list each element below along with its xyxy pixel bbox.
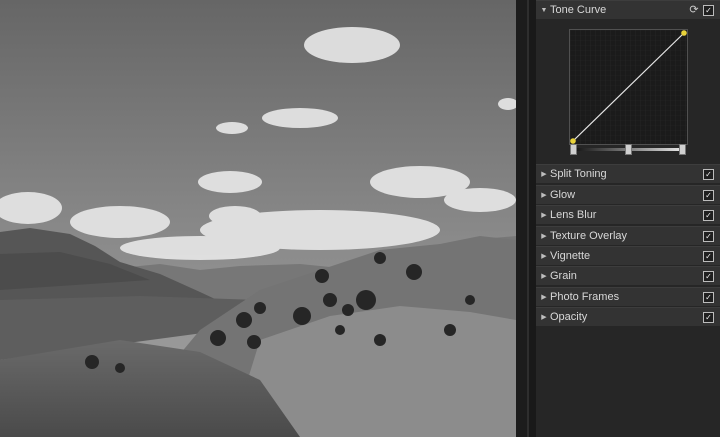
slider-handle-black[interactable] — [570, 144, 577, 156]
section-label: Texture Overlay — [550, 229, 628, 242]
curve-point-1[interactable] — [681, 30, 687, 37]
collapse-triangle-icon[interactable]: ▶ — [540, 267, 548, 286]
expand-triangle-icon[interactable]: ▼ — [540, 1, 548, 20]
collapse-triangle-icon[interactable]: ▶ — [540, 247, 548, 266]
section-lens-blur[interactable]: ▶ Lens Blur ✓ — [536, 205, 720, 225]
effects-list: ▶ Split Toning ✓ ▶ Glow ✓ ▶ Lens Blur ✓ ▶ Texture … — [536, 164, 720, 327]
section-vignette[interactable]: ▶ Vignette ✓ — [536, 245, 720, 266]
enable-checkbox[interactable]: ✓ — [703, 5, 714, 16]
collapse-triangle-icon[interactable]: ▶ — [540, 186, 548, 205]
slider-handle-white[interactable] — [679, 144, 686, 156]
panel-edge — [529, 0, 536, 437]
editor-window: ▼ Tone Curve ⟳ ✓ ▶ Split Toning ✓ ▶ Glow… — [0, 0, 720, 437]
section-label: Grain — [550, 270, 577, 283]
collapse-triangle-icon[interactable]: ▶ — [540, 165, 548, 184]
enable-checkbox[interactable]: ✓ — [703, 230, 714, 242]
landscape-photo — [0, 0, 516, 437]
canvas-divider — [516, 0, 527, 437]
section-texture-overlay[interactable]: ▶ Texture Overlay ✓ — [536, 225, 720, 246]
collapse-triangle-icon[interactable]: ▶ — [540, 206, 548, 225]
enable-checkbox[interactable]: ✓ — [703, 312, 714, 324]
section-opacity[interactable]: ▶ Opacity ✓ — [536, 307, 720, 327]
curve-graph[interactable] — [569, 29, 688, 146]
enable-checkbox[interactable]: ✓ — [703, 250, 714, 262]
section-grain[interactable]: ▶ Grain ✓ — [536, 266, 720, 286]
section-label: Glow — [550, 188, 576, 201]
curve-plot — [570, 30, 687, 145]
enable-checkbox[interactable]: ✓ — [703, 210, 714, 222]
photo-canvas[interactable] — [0, 0, 516, 437]
enable-checkbox[interactable]: ✓ — [703, 189, 714, 201]
slider-handle-mid[interactable] — [625, 144, 632, 156]
curve-point-0[interactable] — [570, 138, 576, 145]
section-photo-frames[interactable]: ▶ Photo Frames ✓ — [536, 286, 720, 307]
tone-curve-editor — [536, 20, 720, 164]
section-label: Photo Frames — [550, 290, 620, 303]
section-label: Vignette — [550, 249, 591, 262]
collapse-triangle-icon[interactable]: ▶ — [540, 308, 548, 327]
section-split-toning[interactable]: ▶ Split Toning ✓ — [536, 164, 720, 184]
reset-icon[interactable]: ⟳ — [688, 3, 700, 17]
enable-checkbox[interactable]: ✓ — [703, 169, 714, 181]
enable-checkbox[interactable]: ✓ — [703, 291, 714, 303]
section-tone-curve[interactable]: ▼ Tone Curve ⟳ ✓ — [536, 0, 720, 19]
section-label: Opacity — [550, 311, 588, 324]
collapse-triangle-icon[interactable]: ▶ — [540, 288, 548, 307]
enable-checkbox[interactable]: ✓ — [703, 271, 714, 283]
collapse-triangle-icon[interactable]: ▶ — [540, 227, 548, 246]
section-label: Tone Curve — [550, 4, 607, 16]
section-label: Lens Blur — [550, 209, 597, 222]
section-label: Split Toning — [550, 168, 607, 181]
section-glow[interactable]: ▶ Glow ✓ — [536, 184, 720, 205]
adjustments-panel: ▼ Tone Curve ⟳ ✓ ▶ Split Toning ✓ ▶ Glow… — [536, 0, 720, 437]
